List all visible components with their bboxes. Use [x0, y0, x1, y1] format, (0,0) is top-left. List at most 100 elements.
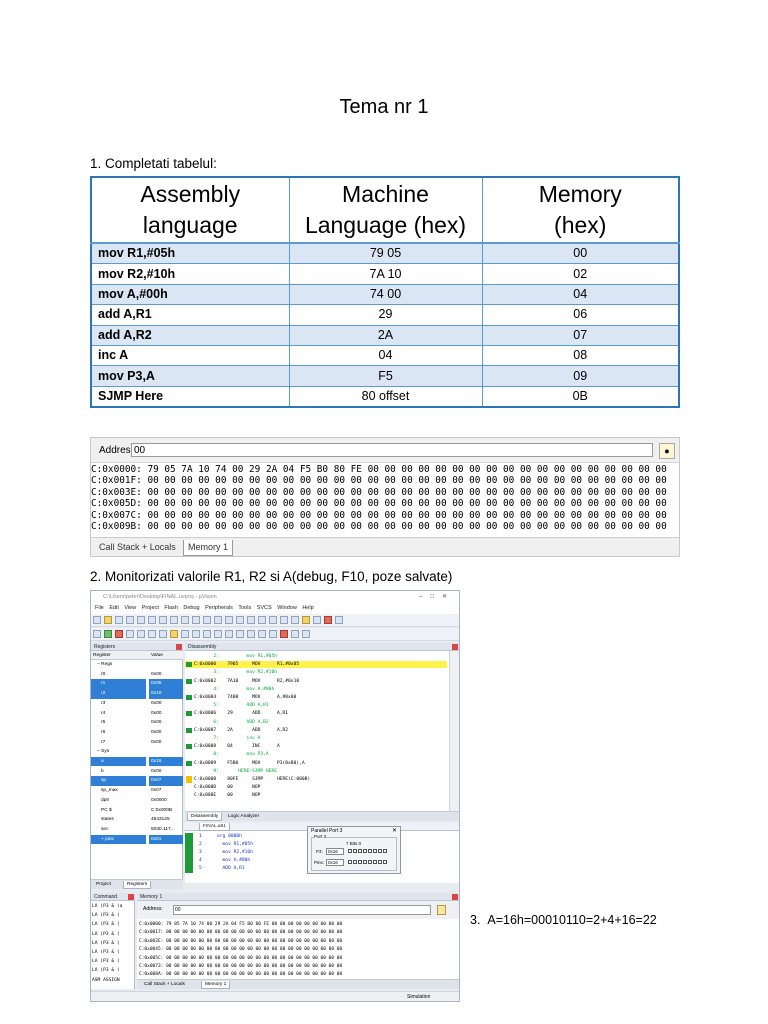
- register-row[interactable]: r6 0x00: [91, 728, 183, 737]
- tab-memory-1[interactable]: Memory 1: [183, 540, 234, 556]
- back-icon[interactable]: [192, 616, 200, 624]
- close-icon[interactable]: [452, 644, 458, 650]
- register-row[interactable]: b 0x00: [91, 767, 183, 776]
- bookmark-next-icon[interactable]: [236, 616, 244, 624]
- copy-icon[interactable]: [148, 616, 156, 624]
- toolbox-icon[interactable]: [302, 630, 310, 638]
- address-input[interactable]: 00: [131, 443, 653, 457]
- tab-final-a51[interactable]: FINAL.a51: [199, 823, 230, 831]
- trace-window-icon[interactable]: [280, 630, 288, 638]
- source-line[interactable]: 3 mov R2,#10h: [185, 849, 305, 856]
- breakpoint-icon[interactable]: [324, 616, 332, 624]
- source-line[interactable]: 1 org 0000h: [185, 833, 305, 840]
- config-icon[interactable]: [335, 616, 343, 624]
- disassembly-line[interactable]: C:0x000D 00 NOP: [185, 784, 447, 791]
- show-next-icon[interactable]: [170, 630, 178, 638]
- analysis-window-icon[interactable]: [269, 630, 277, 638]
- register-row[interactable]: sp_max 0x07: [91, 786, 183, 795]
- pins-bit-checkboxes[interactable]: [348, 860, 388, 866]
- close-icon[interactable]: [128, 894, 134, 900]
- source-line[interactable]: 2 mov R1,#05h: [185, 841, 305, 848]
- new-file-icon[interactable]: [93, 616, 101, 624]
- close-icon[interactable]: [176, 644, 182, 650]
- pins-value-field[interactable]: 0x16: [326, 859, 344, 866]
- register-row[interactable]: r4 0x00: [91, 709, 183, 718]
- tab-project[interactable]: Project: [93, 881, 114, 889]
- disassembly-line[interactable]: C:0x0008 04 INC A: [185, 743, 447, 750]
- window-controls[interactable]: –□✕: [419, 591, 455, 603]
- reset-icon[interactable]: [93, 630, 101, 638]
- uncomment-icon[interactable]: [280, 616, 288, 624]
- register-row[interactable]: r3 0x00: [91, 699, 183, 708]
- cut-icon[interactable]: [137, 616, 145, 624]
- register-row[interactable]: r1 0x05: [91, 679, 183, 689]
- lock-icon[interactable]: [437, 905, 446, 915]
- close-icon[interactable]: [452, 894, 458, 900]
- disassembly-line[interactable]: C:0x0009 F5B0 MOV P3(0xB0),A: [185, 760, 447, 767]
- register-row[interactable]: + psw 0x01: [91, 834, 183, 844]
- register-row[interactable]: PC $ C:0x000B: [91, 806, 183, 815]
- call-stack-icon[interactable]: [225, 630, 233, 638]
- p3-bit-checkboxes[interactable]: [348, 849, 388, 855]
- save-all-icon[interactable]: [126, 616, 134, 624]
- step-over-icon[interactable]: [137, 630, 145, 638]
- source-line[interactable]: 5 ADD A,R1: [185, 865, 305, 872]
- undo-icon[interactable]: [170, 616, 178, 624]
- run-icon[interactable]: [104, 630, 112, 638]
- disassembly-line[interactable]: C:0x000E 00 NOP: [185, 792, 447, 799]
- disassembly-scrollbar[interactable]: [449, 651, 459, 811]
- tab-registers[interactable]: Registers: [123, 881, 152, 889]
- disassembly-line[interactable]: 5: ADD A,R1: [185, 702, 447, 709]
- register-row[interactable]: − Sys: [91, 747, 183, 756]
- disassembly-line[interactable]: C:0x0000 7905 MOV R1,#0x05: [185, 661, 447, 669]
- close-icon[interactable]: ✕: [392, 827, 397, 834]
- register-row[interactable]: − Regs: [91, 660, 183, 669]
- command-window-icon[interactable]: [181, 630, 189, 638]
- disassembly-line[interactable]: 8: mov P3,A: [185, 751, 447, 758]
- bookmark-icon[interactable]: [214, 616, 222, 624]
- forward-icon[interactable]: [203, 616, 211, 624]
- register-row[interactable]: r5 0x00: [91, 718, 183, 727]
- tab-call-stack[interactable]: Call Stack + Locals: [95, 540, 180, 555]
- register-row[interactable]: r7 0x00: [91, 738, 183, 747]
- disassembly-line[interactable]: 6: ADD A,R2: [185, 719, 447, 726]
- menu-bar[interactable]: File Edit View Project Flash Debug Perip…: [91, 603, 459, 614]
- bookmark-prev-icon[interactable]: [225, 616, 233, 624]
- find-icon[interactable]: [291, 616, 299, 624]
- symbols-window-icon[interactable]: [203, 630, 211, 638]
- outdent-icon[interactable]: [258, 616, 266, 624]
- tab-logic-analyzer[interactable]: Logic Analyzer: [225, 813, 262, 821]
- register-row[interactable]: a 0x16: [91, 757, 183, 767]
- comment-icon[interactable]: [269, 616, 277, 624]
- register-row[interactable]: r2 0x10: [91, 689, 183, 699]
- stop-icon[interactable]: [115, 630, 123, 638]
- save-icon[interactable]: [115, 616, 123, 624]
- redo-icon[interactable]: [181, 616, 189, 624]
- disassembly-line[interactable]: C:0x0002 7A10 MOV R2,#0x10: [185, 678, 447, 685]
- register-row[interactable]: dptr 0x0000: [91, 796, 183, 805]
- tab-call-stack[interactable]: Call Stack + Locals: [141, 981, 188, 989]
- watch-window-icon[interactable]: [236, 630, 244, 638]
- disassembly-line[interactable]: C:0x0006 29 ADD A,R1: [185, 710, 447, 717]
- register-row[interactable]: states 4643125: [91, 815, 183, 824]
- step-into-icon[interactable]: [126, 630, 134, 638]
- register-row[interactable]: sp 0x07: [91, 776, 183, 786]
- tab-disassembly[interactable]: Disassembly: [187, 813, 223, 821]
- disassembly-line[interactable]: 2: mov R1,#05h: [185, 653, 447, 660]
- p3-value-field[interactable]: 0x16: [326, 848, 344, 855]
- registers-window-icon[interactable]: [214, 630, 222, 638]
- step-out-icon[interactable]: [148, 630, 156, 638]
- system-viewer-icon[interactable]: [291, 630, 299, 638]
- find-in-files-icon[interactable]: [302, 616, 310, 624]
- tab-memory-1[interactable]: Memory 1: [201, 981, 231, 989]
- disassembly-line[interactable]: C:0x0007 2A ADD A,R2: [185, 727, 447, 734]
- disassembly-window-icon[interactable]: [192, 630, 200, 638]
- disassembly-line[interactable]: 7: inc A: [185, 735, 447, 742]
- disassembly-line[interactable]: C:0x0004 7400 MOV A,#0x00: [185, 694, 447, 701]
- open-folder-icon[interactable]: [104, 616, 112, 624]
- paste-icon[interactable]: [159, 616, 167, 624]
- memory-window-icon[interactable]: [247, 630, 255, 638]
- disassembly-line[interactable]: C:0x000B 80FE SJMP HERE(C:000B): [185, 776, 447, 783]
- memory-address-input[interactable]: 00: [173, 905, 431, 915]
- source-line[interactable]: 4 mov A,#00h: [185, 857, 305, 864]
